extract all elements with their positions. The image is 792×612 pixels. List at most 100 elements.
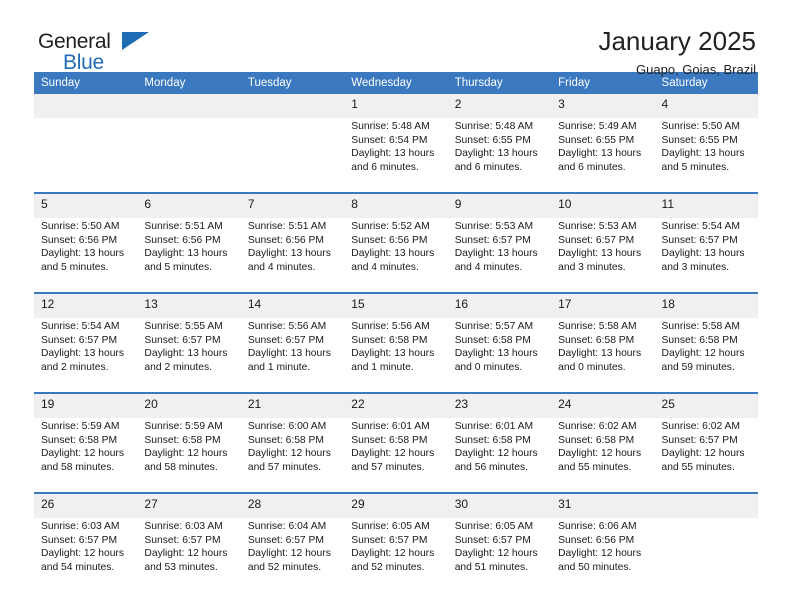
daylight-text: Daylight: 12 hours — [144, 448, 228, 460]
day-number[interactable]: 2 — [447, 94, 552, 118]
day-cell[interactable]: Sunrise: 5:52 AM Sunset: 6:56 PM Daylight:… — [344, 218, 448, 292]
day-number[interactable]: 19 — [34, 394, 138, 418]
day-number[interactable]: 13 — [137, 294, 241, 318]
day-number[interactable]: 3 — [551, 94, 655, 118]
daylight-text-cont: and 58 minutes. — [144, 461, 218, 473]
day-number[interactable]: 1 — [344, 94, 448, 118]
sunset-text: Sunset: 6:58 PM — [558, 334, 635, 346]
sunset-text: Sunset: 6:57 PM — [144, 534, 221, 546]
day-number[interactable]: 26 — [34, 494, 138, 518]
day-number-row: 19 20 21 22 23 24 25 — [34, 394, 758, 418]
day-cell[interactable]: Sunrise: 6:01 AM Sunset: 6:58 PM Daylight:… — [344, 418, 448, 492]
daylight-text-cont: and 52 minutes. — [351, 561, 425, 573]
day-cell[interactable]: Sunrise: 6:04 AM Sunset: 6:57 PM Daylight:… — [240, 518, 345, 592]
day-number[interactable]: 22 — [344, 394, 448, 418]
daylight-text-cont: and 54 minutes. — [41, 561, 115, 573]
day-cell[interactable]: Sunrise: 6:06 AM Sunset: 6:56 PM Daylight:… — [551, 518, 655, 592]
sunset-text: Sunset: 6:55 PM — [558, 134, 635, 146]
day-number[interactable]: 16 — [447, 294, 552, 318]
day-number[interactable]: 6 — [137, 194, 241, 218]
daylight-text-cont: and 5 minutes. — [144, 261, 212, 273]
daylight-text-cont: and 57 minutes. — [351, 461, 425, 473]
sunset-text: Sunset: 6:57 PM — [661, 434, 738, 446]
day-cell[interactable]: Sunrise: 5:54 AM Sunset: 6:57 PM Daylight:… — [654, 218, 758, 292]
sunrise-text: Sunrise: 6:02 AM — [661, 421, 740, 432]
day-number[interactable]: 31 — [551, 494, 655, 518]
day-cell[interactable]: Sunrise: 5:56 AM Sunset: 6:58 PM Daylight:… — [344, 318, 448, 392]
day-number[interactable]: 29 — [344, 494, 448, 518]
sunrise-text: Sunrise: 6:04 AM — [247, 521, 327, 532]
daylight-text-cont: and 0 minutes. — [454, 361, 523, 373]
day-cell[interactable]: Sunrise: 5:53 AM Sunset: 6:57 PM Daylight:… — [551, 218, 655, 292]
day-number[interactable]: 10 — [551, 194, 655, 218]
daylight-text: Daylight: 13 hours — [661, 248, 745, 260]
daylight-text: Daylight: 12 hours — [41, 448, 124, 460]
day-number[interactable]: 14 — [240, 294, 345, 318]
day-cell[interactable]: Sunrise: 5:48 AM Sunset: 6:54 PM Daylight:… — [344, 118, 448, 192]
day-number[interactable]: 11 — [654, 194, 758, 218]
daylight-text: Daylight: 13 hours — [144, 348, 228, 360]
day-number[interactable]: 9 — [447, 194, 552, 218]
day-number[interactable]: 28 — [240, 494, 345, 518]
day-cell[interactable]: Sunrise: 6:01 AM Sunset: 6:58 PM Daylight:… — [447, 418, 552, 492]
day-cell[interactable]: Sunrise: 6:03 AM Sunset: 6:57 PM Daylight:… — [137, 518, 241, 592]
day-number[interactable]: 21 — [240, 394, 345, 418]
day-number[interactable]: 8 — [344, 194, 448, 218]
day-detail-row: Sunrise: 5:54 AM Sunset: 6:57 PM Daylight:… — [34, 318, 758, 392]
day-cell[interactable]: Sunrise: 5:58 AM Sunset: 6:58 PM Daylight:… — [654, 318, 758, 392]
daylight-text-cont: and 4 minutes. — [454, 261, 523, 273]
day-number[interactable]: 20 — [137, 394, 241, 418]
day-cell[interactable]: Sunrise: 5:50 AM Sunset: 6:55 PM Daylight:… — [654, 118, 758, 192]
day-number[interactable]: 24 — [551, 394, 655, 418]
day-cell[interactable]: Sunrise: 5:56 AM Sunset: 6:57 PM Daylight:… — [240, 318, 345, 392]
day-number[interactable]: 12 — [34, 294, 138, 318]
day-number[interactable]: 17 — [551, 294, 655, 318]
daylight-text: Daylight: 13 hours — [41, 348, 124, 360]
sunrise-text: Sunrise: 6:03 AM — [41, 521, 120, 532]
day-cell[interactable]: Sunrise: 5:53 AM Sunset: 6:57 PM Daylight:… — [447, 218, 552, 292]
day-cell[interactable]: Sunrise: 5:49 AM Sunset: 6:55 PM Daylight:… — [551, 118, 655, 192]
sunset-text: Sunset: 6:56 PM — [144, 234, 221, 246]
daylight-text-cont: and 3 minutes. — [661, 261, 730, 273]
day-number[interactable]: 30 — [447, 494, 552, 518]
sunset-text: Sunset: 6:57 PM — [41, 334, 118, 346]
day-cell[interactable]: Sunrise: 6:02 AM Sunset: 6:58 PM Daylight:… — [551, 418, 655, 492]
day-cell[interactable]: Sunrise: 5:57 AM Sunset: 6:58 PM Daylight:… — [447, 318, 552, 392]
daylight-text: Daylight: 13 hours — [351, 148, 435, 160]
sunrise-text: Sunrise: 5:54 AM — [41, 321, 120, 332]
day-cell[interactable]: Sunrise: 6:03 AM Sunset: 6:57 PM Daylight:… — [34, 518, 138, 592]
day-cell[interactable]: Sunrise: 5:48 AM Sunset: 6:55 PM Daylight:… — [447, 118, 552, 192]
day-number[interactable]: 27 — [137, 494, 241, 518]
day-number[interactable]: 15 — [344, 294, 448, 318]
calendar-body: 1 2 3 4 Sunrise: 5:48 AM Sunset: 6:54 PM Dayli… — [34, 94, 758, 592]
daylight-text-cont: and 1 minute. — [351, 361, 414, 373]
day-cell[interactable]: Sunrise: 5:50 AM Sunset: 6:56 PM Daylight:… — [34, 218, 138, 292]
daylight-text: Daylight: 12 hours — [247, 548, 331, 560]
daylight-text-cont: and 3 minutes. — [558, 261, 626, 273]
day-cell[interactable]: Sunrise: 6:05 AM Sunset: 6:57 PM Daylight:… — [344, 518, 448, 592]
day-number[interactable]: 18 — [654, 294, 758, 318]
day-cell[interactable]: Sunrise: 5:59 AM Sunset: 6:58 PM Daylight:… — [34, 418, 138, 492]
day-cell[interactable]: Sunrise: 6:00 AM Sunset: 6:58 PM Daylight:… — [240, 418, 345, 492]
sunset-text: Sunset: 6:57 PM — [41, 534, 118, 546]
day-cell[interactable]: Sunrise: 5:54 AM Sunset: 6:57 PM Daylight:… — [34, 318, 138, 392]
general-blue-logo[interactable]: General Blue — [34, 26, 158, 78]
day-cell[interactable]: Sunrise: 5:51 AM Sunset: 6:56 PM Daylight:… — [240, 218, 345, 292]
day-number[interactable]: 23 — [447, 394, 552, 418]
day-detail-row: Sunrise: 6:03 AM Sunset: 6:57 PM Daylight:… — [34, 518, 758, 592]
day-cell[interactable]: Sunrise: 5:58 AM Sunset: 6:58 PM Daylight:… — [551, 318, 655, 392]
sunset-text: Sunset: 6:58 PM — [247, 434, 324, 446]
day-number[interactable]: 25 — [654, 394, 758, 418]
daylight-text: Daylight: 12 hours — [454, 548, 538, 560]
day-cell[interactable]: Sunrise: 6:05 AM Sunset: 6:57 PM Daylight:… — [447, 518, 552, 592]
day-cell[interactable]: Sunrise: 5:51 AM Sunset: 6:56 PM Daylight:… — [137, 218, 241, 292]
daylight-text: Daylight: 12 hours — [351, 448, 435, 460]
day-cell[interactable]: Sunrise: 6:02 AM Sunset: 6:57 PM Daylight:… — [654, 418, 758, 492]
day-number[interactable]: 5 — [34, 194, 138, 218]
day-number-empty — [34, 94, 138, 118]
day-number[interactable]: 4 — [654, 94, 758, 118]
sunrise-text: Sunrise: 5:59 AM — [41, 421, 120, 432]
day-cell[interactable]: Sunrise: 5:59 AM Sunset: 6:58 PM Daylight:… — [137, 418, 241, 492]
day-cell[interactable]: Sunrise: 5:55 AM Sunset: 6:57 PM Daylight:… — [137, 318, 241, 392]
day-number[interactable]: 7 — [240, 194, 345, 218]
